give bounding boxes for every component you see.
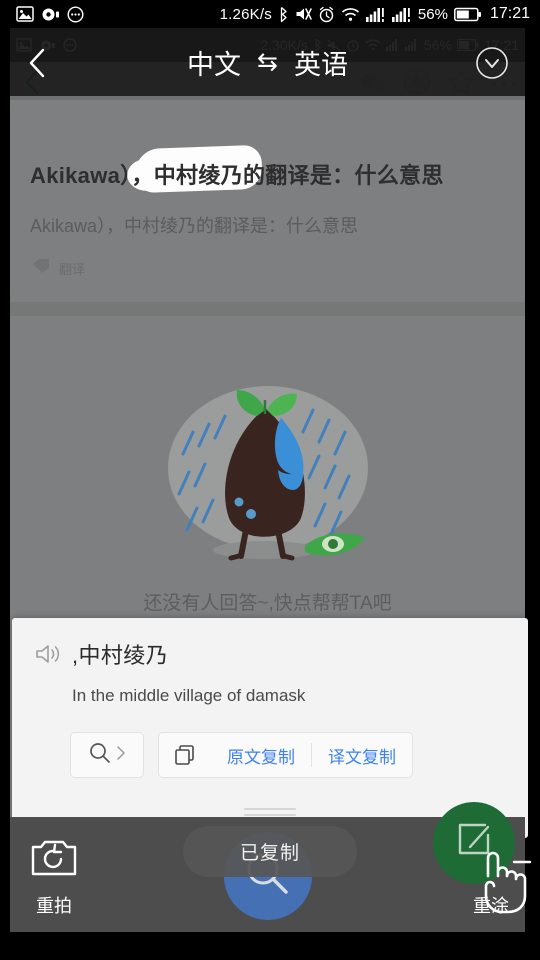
battery-icon	[454, 7, 482, 22]
source-text: ,中村绫乃	[72, 643, 169, 668]
bluetooth-icon	[278, 6, 289, 23]
camera-retake-icon	[30, 837, 78, 884]
wifi-icon	[341, 7, 360, 22]
handle-line	[244, 814, 296, 816]
mute-icon	[295, 6, 312, 22]
swap-language-icon[interactable]: ⇆	[257, 47, 278, 77]
source-language[interactable]: 中文	[187, 43, 241, 82]
translation-card: ,中村绫乃 In the middle village of damask 原文…	[12, 618, 528, 838]
copy-source-button[interactable]: 原文复制	[211, 733, 311, 777]
camera-icon	[41, 7, 60, 22]
retake-button[interactable]: 重拍	[30, 837, 78, 918]
signal-1-icon	[365, 7, 386, 22]
copy-button-group: 原文复制 译文复制	[158, 732, 413, 778]
battery-percent: 56%	[417, 5, 448, 23]
translated-text: In the middle village of damask	[72, 686, 306, 705]
search-icon	[88, 741, 112, 770]
more-circle-icon	[67, 5, 84, 23]
handle-line	[244, 808, 296, 810]
collapse-chevron-down-icon[interactable]	[475, 46, 509, 85]
clock-time: 17:21	[489, 5, 530, 22]
question-title: Akikawa），中村绫乃的翻译是：什么意思	[30, 163, 444, 188]
chevron-right-icon	[116, 745, 126, 766]
copy-icon[interactable]	[159, 743, 211, 767]
alarm-icon	[318, 6, 335, 23]
question-tag[interactable]: 翻译	[32, 258, 85, 279]
question-subtitle: Akikawa），中村绫乃的翻译是：什么意思	[30, 216, 359, 236]
card-action-row: 原文复制 译文复制	[70, 732, 528, 778]
pointing-hand-cursor-icon	[474, 846, 534, 918]
empty-state-text: 还没有人回答~,快点帮帮TA吧	[143, 593, 392, 614]
signal-2-icon	[391, 7, 412, 22]
image-icon	[16, 6, 34, 22]
status-icons-left	[16, 5, 84, 23]
toast-message: 已复制	[183, 826, 357, 877]
speaker-icon[interactable]	[34, 642, 62, 666]
tag-icon	[32, 258, 50, 279]
phone-screen: 2.30K/s 56%	[0, 0, 540, 960]
search-button[interactable]	[70, 732, 144, 778]
system-navigation-bar	[0, 932, 540, 960]
system-status-bar: 1.26K/s 56% 17:21	[0, 0, 540, 28]
translate-header: 中文 ⇆ 英语	[10, 28, 525, 96]
section-divider	[10, 302, 525, 316]
target-language[interactable]: 英语	[294, 43, 348, 82]
question-tag-label: 翻译	[59, 262, 86, 277]
empty-state-illustration	[10, 330, 525, 630]
copy-translation-button[interactable]: 译文复制	[312, 733, 412, 777]
network-speed: 1.26K/s	[219, 5, 272, 23]
retake-label: 重拍	[36, 896, 72, 916]
status-icons-right: 1.26K/s 56% 17:21	[220, 5, 530, 23]
